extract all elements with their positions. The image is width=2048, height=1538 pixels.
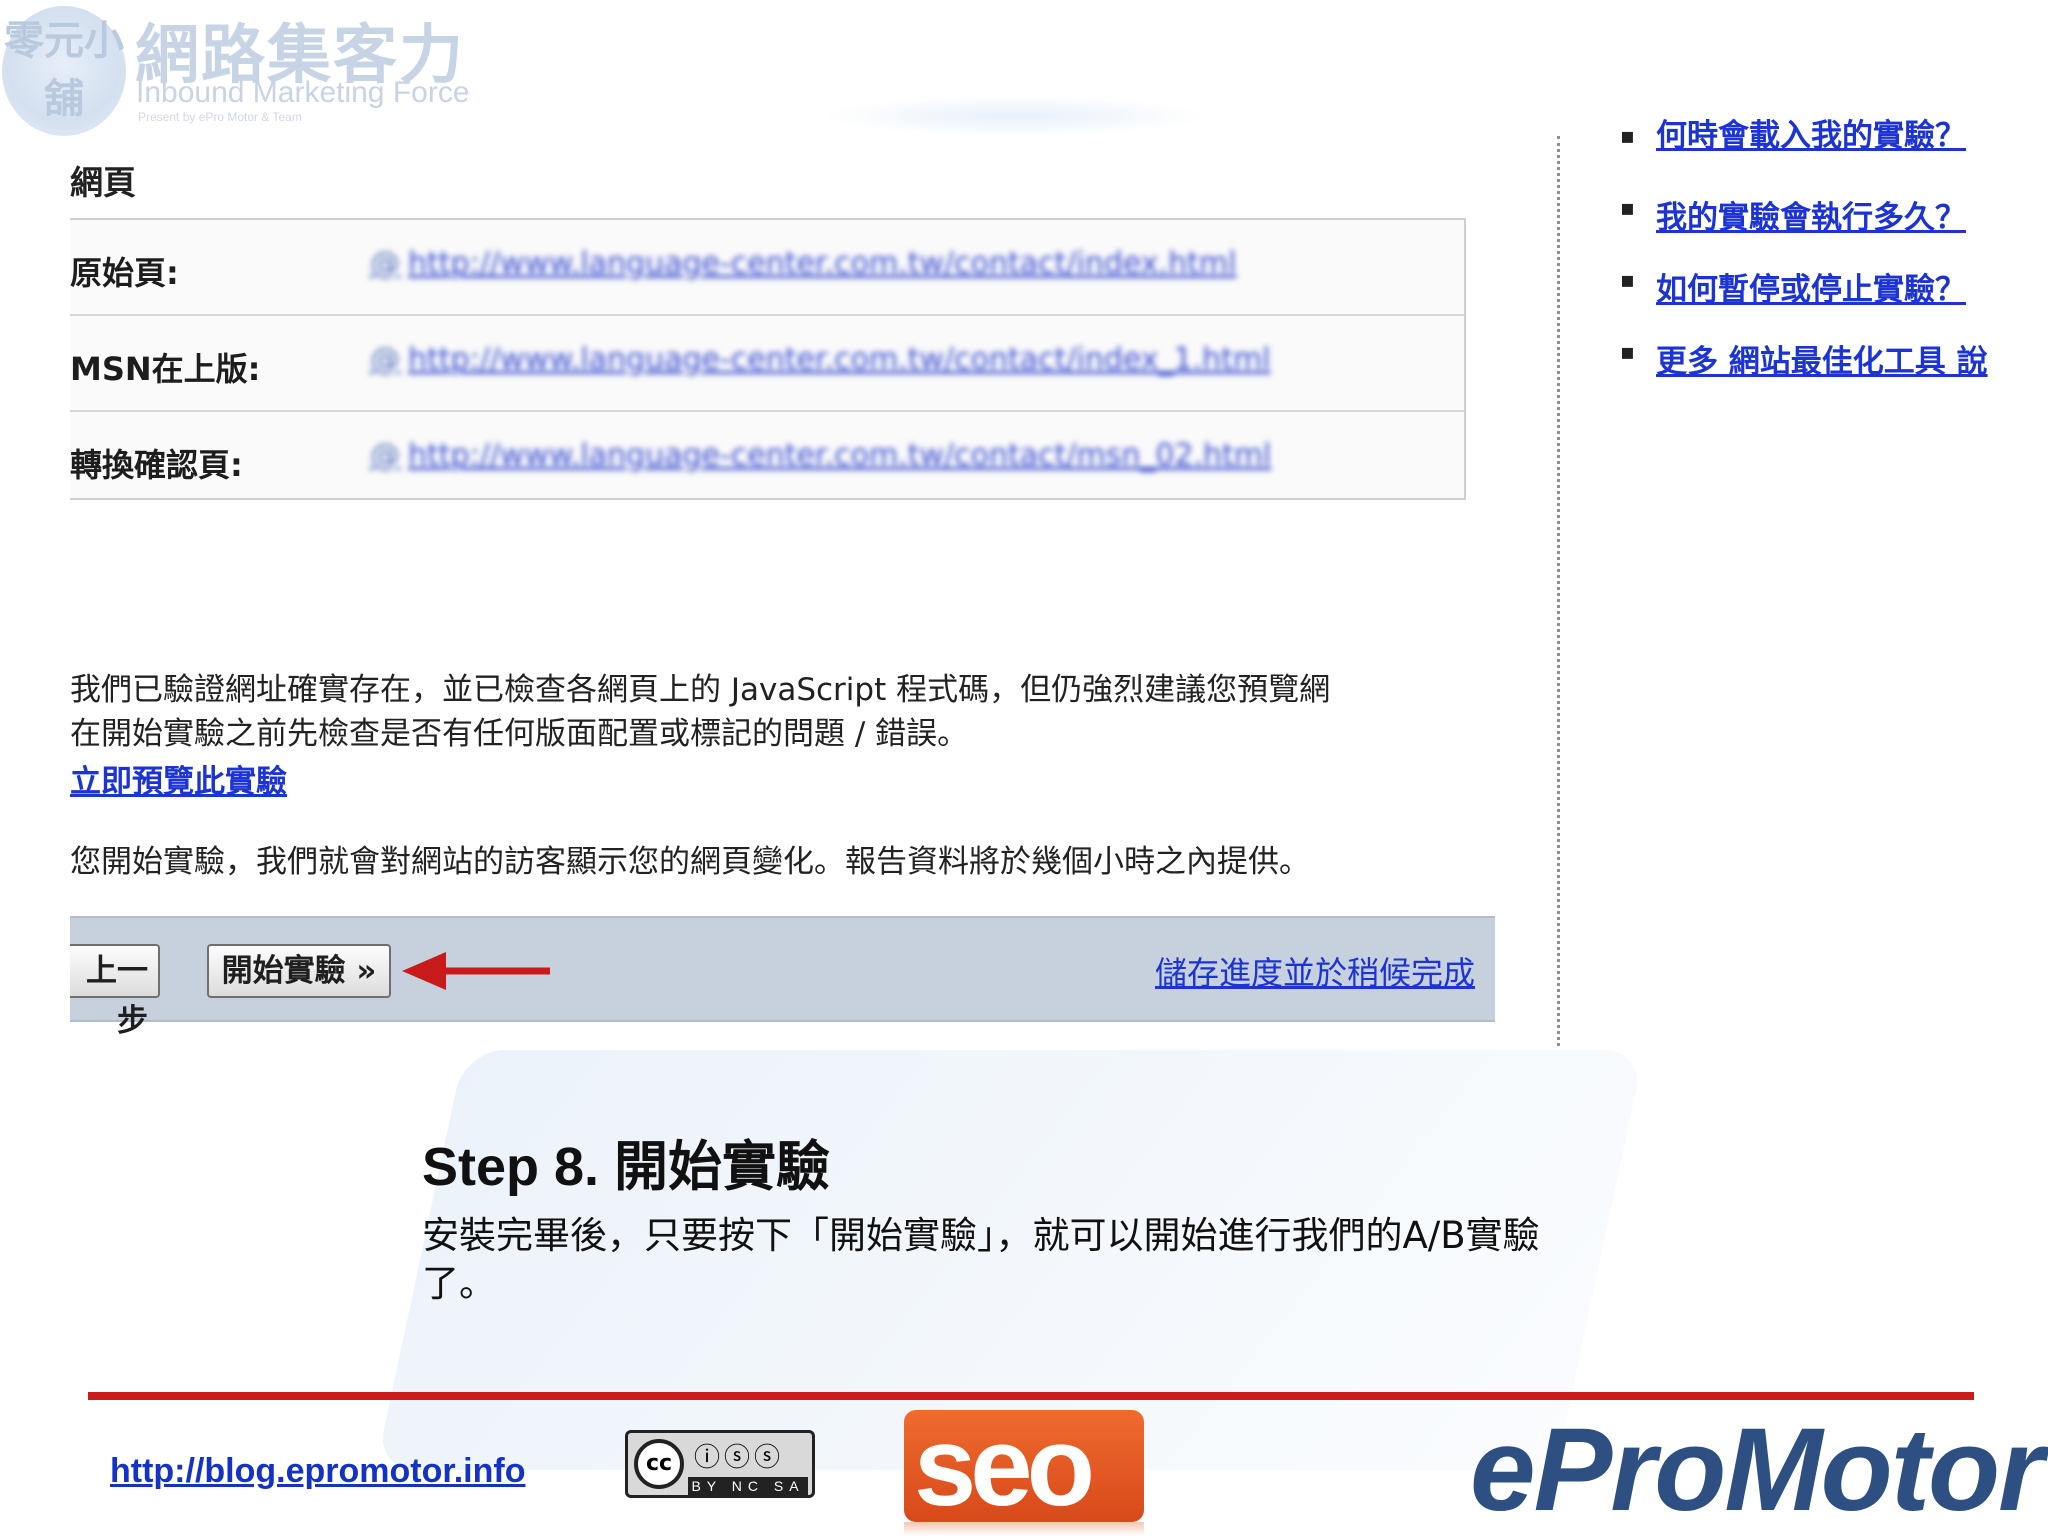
url-label: 轉換確認頁:: [70, 446, 243, 484]
url-row-variant: MSN在上版: @ http://www.language-center.com.…: [70, 314, 1464, 410]
faq-link[interactable]: 如何暫停或停止實驗？: [1656, 272, 1966, 308]
blog-url-link[interactable]: http://blog.epromotor.info: [110, 1452, 525, 1491]
link-icon: @: [370, 342, 400, 377]
cc-license-text: BY NC SA: [688, 1477, 808, 1495]
seo-logo: seo: [904, 1410, 1144, 1522]
url-text: http://www.language-center.com.tw/contac…: [408, 342, 1271, 377]
action-bar: 上一步 開始實驗 » 儲存進度並於稍候完成: [70, 916, 1495, 1039]
red-arrow-icon: [402, 952, 550, 990]
faq-link[interactable]: 我的實驗會執行多久？: [1656, 200, 1966, 236]
faq-item: 我的實驗會執行多久？: [1620, 192, 1988, 264]
verification-text-line2: 在開始實驗之前先檢查是否有任何版面配置或標記的問題 / 錯誤。: [70, 716, 969, 752]
faq-link[interactable]: 更多 網站最佳化工具 說: [1656, 344, 1988, 380]
url-link[interactable]: @ http://www.language-center.com.tw/conta…: [370, 438, 1271, 473]
url-label: MSN在上版:: [70, 350, 261, 388]
preview-experiment-link[interactable]: 立即預覽此實驗: [70, 756, 287, 801]
sidebar-divider: [1557, 136, 1560, 1046]
save-progress-link[interactable]: 儲存進度並於稍候完成: [1155, 948, 1475, 994]
cc-license-badge[interactable]: cc ⓘⓢⓢ BY NC SA: [625, 1430, 815, 1498]
step-title: Step 8. 開始實驗: [422, 1137, 831, 1197]
url-text: http://www.language-center.com.tw/contac…: [408, 438, 1272, 473]
faq-item: 更多 網站最佳化工具 說: [1620, 336, 1988, 408]
url-row-conversion: 轉換確認頁: @ http://www.language-center.com.t…: [70, 410, 1464, 506]
verification-text-line1: 我們已驗證網址確實存在，並已檢查各網頁上的 JavaScript 程式碼，但仍強…: [70, 672, 1331, 708]
seo-logo-reflection: [904, 1522, 1144, 1536]
url-row-original: 原始頁: @ http://www.language-center.com.tw/…: [70, 220, 1464, 314]
seo-text: seo: [914, 1410, 1095, 1522]
faq-link[interactable]: 何時會載入我的實驗？: [1656, 118, 1966, 154]
start-experiment-button[interactable]: 開始實驗 »: [207, 944, 391, 998]
section-heading: 網頁: [70, 163, 136, 202]
link-icon: @: [370, 438, 400, 473]
cc-icon: cc: [634, 1439, 684, 1489]
experiment-screenshot: 網頁 原始頁: @ http://www.language-center.com.…: [0, 0, 2048, 1060]
faq-list: 何時會載入我的實驗？ 我的實驗會執行多久？ 如何暫停或停止實驗？ 更多 網站最佳…: [1620, 118, 1988, 408]
url-link[interactable]: @ http://www.language-center.com.tw/conta…: [370, 342, 1271, 377]
brand-logo: eProMotor: [1470, 1404, 2044, 1536]
footer-rule: [88, 1392, 1974, 1400]
faq-item: 如何暫停或停止實驗？: [1620, 264, 1988, 336]
url-label: 原始頁:: [70, 254, 179, 292]
step-description: 安裝完畢後，只要按下「開始實驗」，就可以開始進行我們的A/B實驗了。: [422, 1214, 1540, 1305]
url-text: http://www.language-center.com.tw/contac…: [408, 246, 1237, 281]
faq-item: 何時會載入我的實驗？: [1620, 118, 1988, 192]
license-terms-icon: ⓘⓢⓢ: [694, 1443, 785, 1473]
url-link[interactable]: @ http://www.language-center.com.tw/conta…: [370, 246, 1236, 281]
link-icon: @: [370, 246, 400, 281]
url-table: 原始頁: @ http://www.language-center.com.tw/…: [70, 218, 1466, 500]
start-info-text: 您開始實驗，我們就會對網站的訪客顯示您的網頁變化。報告資料將於幾個小時之內提供。: [70, 844, 1310, 880]
back-button[interactable]: 上一步: [70, 944, 160, 1039]
